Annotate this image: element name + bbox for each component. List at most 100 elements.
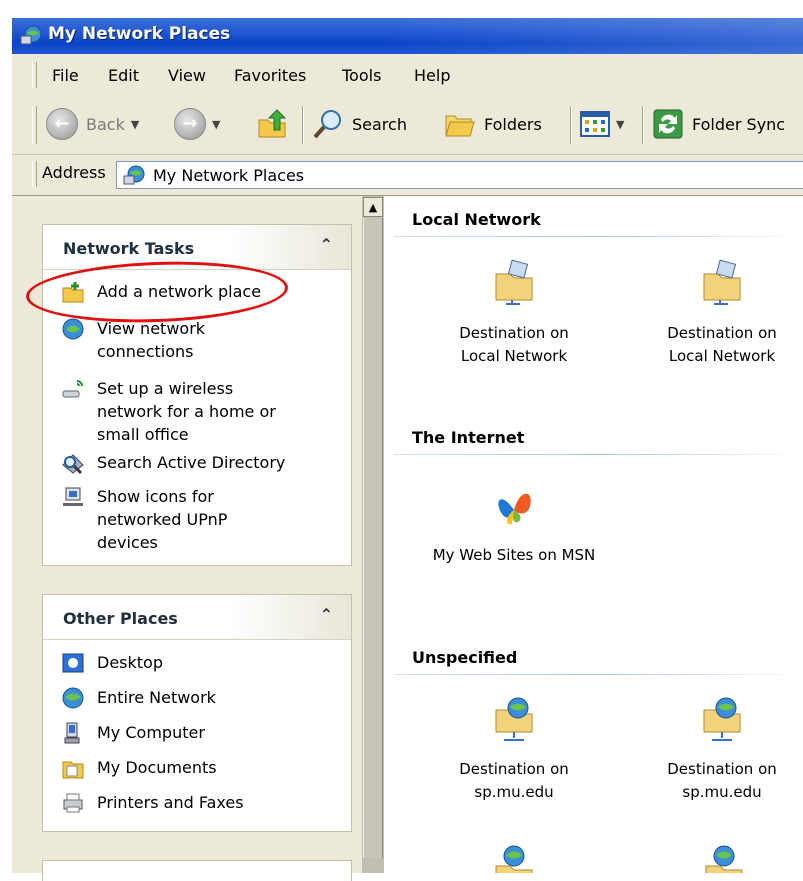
scroll-thumb[interactable] <box>363 218 383 858</box>
menu-tools[interactable]: Tools <box>342 66 381 85</box>
place-my-computer[interactable]: My Computer <box>61 721 205 745</box>
item-label-line1: Destination on <box>667 324 777 342</box>
network-places-icon <box>20 25 42 45</box>
place-printers-faxes[interactable]: Printers and Faxes <box>61 791 244 815</box>
vertical-scrollbar[interactable]: ▲ <box>362 196 384 873</box>
scroll-up-icon[interactable]: ▲ <box>363 197 383 217</box>
menu-view[interactable]: View <box>168 66 206 85</box>
menu-help[interactable]: Help <box>414 66 450 85</box>
forward-button[interactable]: → ▼ <box>174 108 220 140</box>
back-arrow-icon: ← <box>46 108 78 140</box>
address-label: Address <box>42 163 106 182</box>
toolbar-separator <box>642 106 644 144</box>
task-label: Set up a wireless network for a home or … <box>97 379 276 444</box>
place-desktop[interactable]: Desktop <box>61 651 163 675</box>
task-label: Search Active Directory <box>97 453 286 472</box>
item-label-line2: sp.mu.edu <box>474 783 554 801</box>
search-label: Search <box>352 114 407 134</box>
address-grip[interactable] <box>32 161 37 187</box>
folder-sync-label: Folder Sync <box>692 114 786 134</box>
place-label: My Documents <box>97 758 217 777</box>
task-label: Show icons for networked UPnP devices <box>97 487 228 552</box>
up-folder-icon <box>258 109 287 138</box>
group-divider <box>394 236 803 237</box>
printers-icon <box>63 793 83 813</box>
web-folder-icon[interactable] <box>700 840 748 873</box>
item-local-destination-1[interactable]: Destination on Local Network <box>424 258 604 368</box>
item-label-line1: Destination on <box>459 760 569 778</box>
task-show-upnp-icons[interactable]: Show icons for networked UPnP devices <box>61 485 281 554</box>
item-label-line1: Destination on <box>667 760 777 778</box>
back-button[interactable]: ← Back ▼ <box>46 108 139 140</box>
place-entire-network[interactable]: Entire Network <box>61 686 216 710</box>
toolbar-separator <box>302 106 304 144</box>
title-bar[interactable]: My Network Places <box>12 18 803 54</box>
menu-favorites[interactable]: Favorites <box>234 66 306 85</box>
menu-bar: File Edit View Favorites Tools Help <box>12 54 803 97</box>
task-label: View network connections <box>97 319 206 361</box>
network-places-icon <box>123 165 145 185</box>
collapse-chevron-icon[interactable]: ⌃ <box>320 605 333 624</box>
task-search-active-directory[interactable]: Search Active Directory <box>61 451 321 475</box>
place-label: Entire Network <box>97 688 216 707</box>
back-dropdown-icon[interactable]: ▼ <box>131 118 139 131</box>
other-places-header[interactable]: Other Places ⌃ <box>43 595 351 640</box>
back-label: Back <box>86 114 125 134</box>
panel-title: Other Places <box>63 609 178 628</box>
web-folder-icon <box>495 697 533 741</box>
group-unspecified: Unspecified <box>412 648 518 667</box>
my-documents-icon <box>62 761 84 779</box>
forward-arrow-icon: → <box>174 108 206 140</box>
menu-edit[interactable]: Edit <box>108 66 139 85</box>
address-value: My Network Places <box>153 166 305 185</box>
place-label: Printers and Faxes <box>97 793 244 812</box>
collapse-chevron-icon[interactable]: ⌃ <box>320 235 333 254</box>
other-places-panel: Other Places ⌃ Desktop Entire Network My… <box>42 594 352 832</box>
folders-button[interactable]: Folders <box>444 108 542 140</box>
details-panel[interactable] <box>42 860 352 881</box>
menu-grip[interactable] <box>32 62 37 88</box>
item-label-line1: Destination on <box>459 324 569 342</box>
my-computer-icon <box>64 722 80 744</box>
title-bar-gradient <box>383 18 803 54</box>
folder-sync-button[interactable]: Folder Sync <box>652 108 785 140</box>
item-local-destination-2[interactable]: Destination on Local Network <box>632 258 803 368</box>
views-dropdown-icon[interactable]: ▼ <box>616 118 624 131</box>
place-my-documents[interactable]: My Documents <box>61 756 217 780</box>
item-label-line2: sp.mu.edu <box>682 783 762 801</box>
task-view-network-connections[interactable]: View network connections <box>61 317 301 363</box>
menu-file[interactable]: File <box>52 66 79 85</box>
wireless-icon <box>62 380 83 398</box>
network-folder-icon <box>495 259 533 305</box>
address-bar: Address My Network Places <box>12 155 803 196</box>
web-folder-icon[interactable] <box>490 840 538 873</box>
place-label: Desktop <box>97 653 163 672</box>
web-folder-icon <box>703 697 741 741</box>
item-unspecified-destination-1[interactable]: Destination on sp.mu.edu <box>424 694 604 804</box>
place-label: My Computer <box>97 723 205 742</box>
panel-title: Network Tasks <box>63 239 195 258</box>
forward-dropdown-icon[interactable]: ▼ <box>212 118 220 131</box>
network-connections-icon <box>62 318 84 340</box>
views-icon <box>580 111 610 137</box>
msn-butterfly-icon <box>498 493 531 525</box>
task-wireless-setup[interactable]: Set up a wireless network for a home or … <box>61 377 301 446</box>
address-input[interactable]: My Network Places <box>116 161 803 189</box>
up-folder-button[interactable] <box>256 108 288 140</box>
group-divider <box>394 674 803 675</box>
folders-icon <box>445 115 475 137</box>
desktop-icon <box>62 653 84 673</box>
group-the-internet: The Internet <box>412 428 525 447</box>
network-folder-icon <box>703 259 741 305</box>
folders-label: Folders <box>484 114 542 134</box>
item-msn-web-sites[interactable]: My Web Sites on MSN <box>414 480 614 567</box>
toolbar-grip[interactable] <box>32 106 37 144</box>
search-button[interactable]: Search <box>312 108 407 140</box>
item-unspecified-destination-2[interactable]: Destination on sp.mu.edu <box>632 694 803 804</box>
views-button[interactable]: ▼ <box>580 108 624 140</box>
search-directory-icon <box>62 454 84 475</box>
group-divider <box>394 454 803 455</box>
toolbar-separator <box>570 106 572 144</box>
item-label-line1: My Web Sites on MSN <box>432 546 596 564</box>
window-title: My Network Places <box>48 24 231 44</box>
